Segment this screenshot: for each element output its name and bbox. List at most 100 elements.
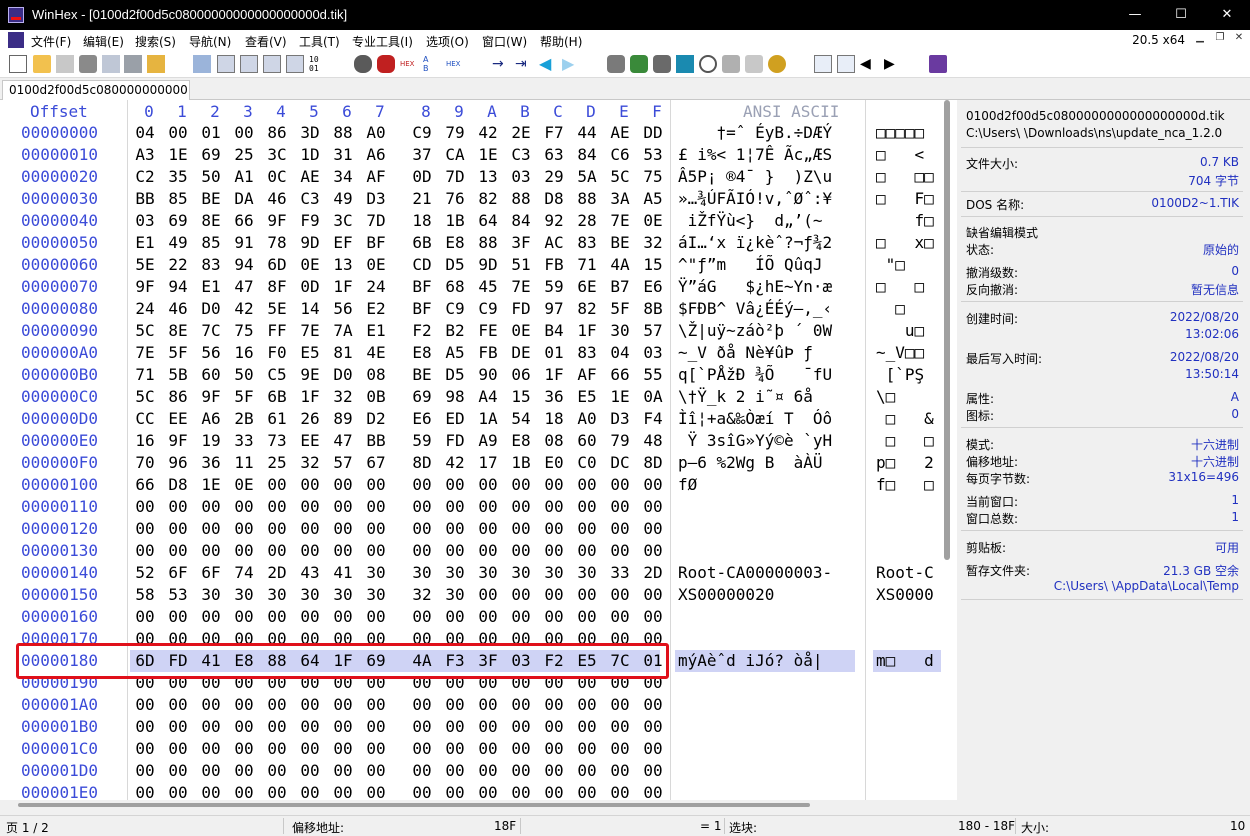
ansi-text[interactable]: p–6 %2Wg B àÀÜ (678, 453, 856, 472)
hex-byte[interactable]: 5C (133, 387, 157, 406)
hex-row[interactable]: 00000100 66 D8 1E 0E 00 00 00 00 00 00 00 00 00 00 00 00… (0, 475, 957, 497)
hex-byte[interactable]: 22 (166, 255, 190, 274)
hex-byte[interactable]: 00 (265, 739, 289, 758)
hex-byte[interactable]: 00 (331, 761, 355, 780)
hex-byte[interactable]: A4 (476, 387, 500, 406)
hex-byte[interactable]: 00 (542, 783, 566, 800)
hex-byte[interactable]: 00 (608, 607, 632, 626)
back-arrow-icon[interactable]: ◀ (539, 55, 557, 73)
hex-byte[interactable]: 00 (509, 585, 533, 604)
hex-byte[interactable]: C9 (443, 299, 467, 318)
hex-byte[interactable]: 00 (608, 783, 632, 800)
hex-byte[interactable]: E0 (542, 453, 566, 472)
hex-byte[interactable]: 92 (542, 211, 566, 230)
hex-byte[interactable]: 30 (575, 563, 599, 582)
hex-byte[interactable]: FF (265, 321, 289, 340)
hex-byte[interactable]: 00 (410, 717, 434, 736)
hex-byte[interactable]: 5A (575, 167, 599, 186)
hex-byte[interactable]: 00 (476, 695, 500, 714)
hex-byte[interactable]: 94 (166, 277, 190, 296)
print-icon[interactable] (79, 55, 97, 73)
hex-byte[interactable]: 53 (641, 145, 665, 164)
hex-byte[interactable]: 00 (364, 739, 388, 758)
ansi-text[interactable]: Ÿ 3sîG»Yý©è `yH (678, 431, 856, 450)
hex-byte[interactable]: 19 (199, 431, 223, 450)
hex-byte[interactable]: 8D (410, 453, 434, 472)
hex-byte[interactable]: 94 (232, 255, 256, 274)
hex-byte[interactable]: 18 (542, 409, 566, 428)
hex-byte[interactable]: 4A (608, 255, 632, 274)
hex-byte[interactable]: 00 (166, 739, 190, 758)
hex-byte[interactable]: 63 (542, 145, 566, 164)
hex-byte[interactable]: CC (133, 409, 157, 428)
hex-byte[interactable]: 8E (199, 211, 223, 230)
ansi-text[interactable]: mýAèˆd iJó? òå| (678, 651, 856, 670)
hex-byte[interactable]: 00 (476, 739, 500, 758)
minimize-button[interactable]: — (1112, 0, 1158, 30)
horizontal-scrollbar[interactable] (18, 803, 810, 807)
hex-row[interactable]: 00000120 00 00 00 00 00 00 00 00 00 00 00 00 00 00 00 00 (0, 519, 957, 541)
ansi-text[interactable]: \†Ÿ_k 2 i˜¤ 6å (678, 387, 856, 406)
hex-byte[interactable]: 00 (509, 783, 533, 800)
hex-byte[interactable]: 57 (331, 453, 355, 472)
hex-byte[interactable]: 29 (542, 167, 566, 186)
hex-byte[interactable]: 03 (509, 167, 533, 186)
hex-byte[interactable]: 00 (364, 475, 388, 494)
hex-byte[interactable]: 2D (641, 563, 665, 582)
hex-byte[interactable]: 9F (265, 211, 289, 230)
hex-byte[interactable]: D0 (199, 299, 223, 318)
hex-row[interactable]: 00000030 BB 85 BE DA 46 C3 49 D3 21 76 82 88 D8 88 3A A5… (0, 189, 957, 211)
hex-byte[interactable]: 1F (575, 321, 599, 340)
hex-byte[interactable]: 30 (265, 585, 289, 604)
hex-byte[interactable]: 61 (265, 409, 289, 428)
prev-page-icon[interactable]: ◀ (860, 55, 878, 73)
hex-byte[interactable]: 00 (641, 717, 665, 736)
hex-byte[interactable]: D0 (331, 365, 355, 384)
ascii-text[interactable]: □ & (876, 409, 942, 428)
hex-byte[interactable]: 00 (542, 541, 566, 560)
hex-byte[interactable]: 42 (476, 123, 500, 142)
hex-byte[interactable]: ED (443, 409, 467, 428)
find-hex-icon[interactable]: HEX (400, 55, 418, 73)
hex-byte[interactable]: C9 (410, 123, 434, 142)
tab-document[interactable]: 0100d2f00d5c080000000000... (2, 80, 190, 101)
vertical-scrollbar[interactable] (944, 100, 950, 560)
hex-byte[interactable]: E8 (443, 233, 467, 252)
hex-byte[interactable]: 86 (265, 123, 289, 142)
hex-byte[interactable]: 5C (608, 167, 632, 186)
hex-byte[interactable]: CD (410, 255, 434, 274)
hex-byte[interactable]: 00 (364, 519, 388, 538)
hex-byte[interactable]: F4 (641, 409, 665, 428)
hex-byte[interactable]: 7E (133, 343, 157, 362)
hex-byte[interactable]: 66 (133, 475, 157, 494)
hex-byte[interactable]: 81 (331, 343, 355, 362)
hex-byte[interactable]: 0E (509, 321, 533, 340)
hex-byte[interactable]: 41 (331, 563, 355, 582)
menu-specialist-tools[interactable]: 专业工具(I) (352, 33, 413, 50)
hex-byte[interactable]: 46 (265, 189, 289, 208)
hex-byte[interactable]: 36 (199, 453, 223, 472)
hex-byte[interactable]: 00 (542, 717, 566, 736)
ansi-text[interactable]: ^"ƒ”m ÍÕ QûqJ (678, 255, 856, 274)
hex-byte[interactable]: 00 (265, 497, 289, 516)
hex-byte[interactable]: 42 (232, 299, 256, 318)
hex-byte[interactable]: BF (410, 277, 434, 296)
hex-byte[interactable]: 00 (509, 607, 533, 626)
hex-byte[interactable]: 00 (641, 585, 665, 604)
hex-byte[interactable]: E6 (641, 277, 665, 296)
hex-byte[interactable]: 30 (364, 563, 388, 582)
hex-byte[interactable]: EE (166, 409, 190, 428)
hex-byte[interactable]: 00 (331, 783, 355, 800)
hex-byte[interactable]: 83 (199, 255, 223, 274)
hex-byte[interactable]: 79 (608, 431, 632, 450)
hex-byte[interactable]: 1F (298, 387, 322, 406)
ascii-text[interactable]: p□ 2 (876, 453, 942, 472)
hex-byte[interactable]: 00 (199, 519, 223, 538)
hex-byte[interactable]: 56 (199, 343, 223, 362)
hex-byte[interactable]: 00 (641, 475, 665, 494)
hex-byte[interactable]: 1D (298, 145, 322, 164)
hex-byte[interactable]: 00 (133, 739, 157, 758)
hex-byte[interactable]: 37 (410, 145, 434, 164)
hex-byte[interactable]: 00 (509, 497, 533, 516)
hex-byte[interactable]: A5 (641, 189, 665, 208)
